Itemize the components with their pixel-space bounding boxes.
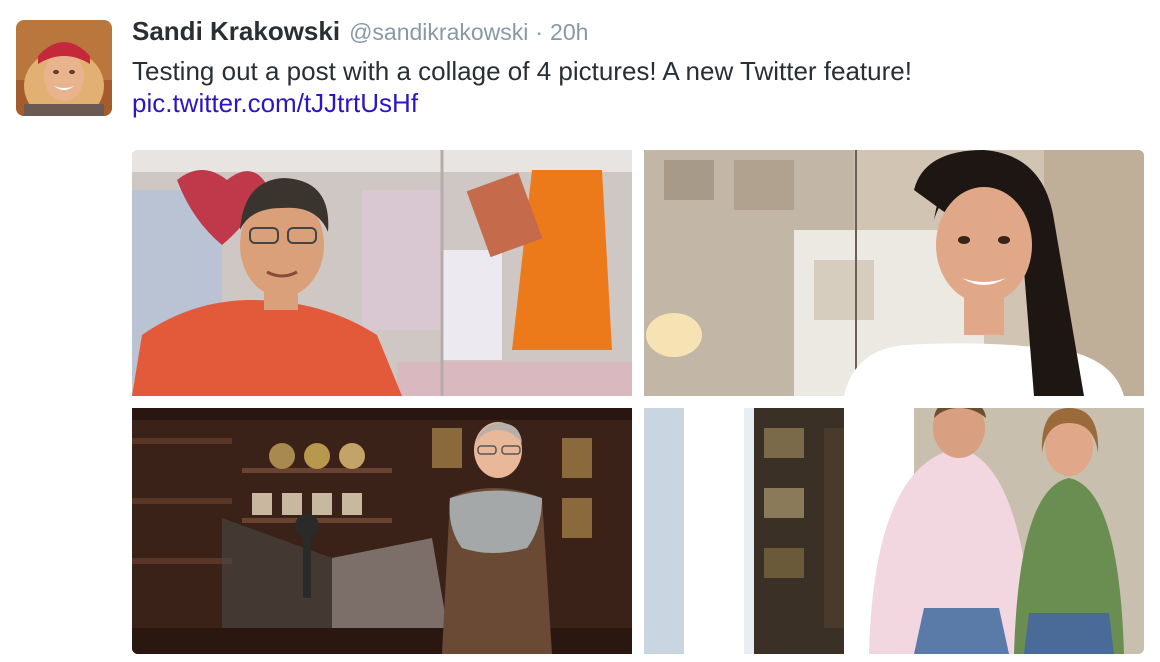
author-handle[interactable]: @sandikrakowski: [349, 19, 528, 46]
tweet-pic-link[interactable]: pic.twitter.com/tJJtrtUsHf: [132, 88, 418, 119]
collage-photo-1[interactable]: [132, 150, 632, 396]
author-name[interactable]: Sandi Krakowski: [132, 16, 340, 47]
tweet-timestamp[interactable]: 20h: [550, 19, 588, 46]
collage-photo-2[interactable]: [644, 150, 1144, 396]
collage-photo-3[interactable]: [132, 408, 632, 654]
tweet-header: Sandi Krakowski @sandikrakowski · 20h: [132, 16, 588, 50]
separator-dot: ·: [535, 19, 544, 45]
tweet-text: Testing out a post with a collage of 4 p…: [132, 56, 912, 86]
author-avatar[interactable]: [16, 20, 112, 116]
collage-photo-4[interactable]: [644, 408, 1144, 654]
